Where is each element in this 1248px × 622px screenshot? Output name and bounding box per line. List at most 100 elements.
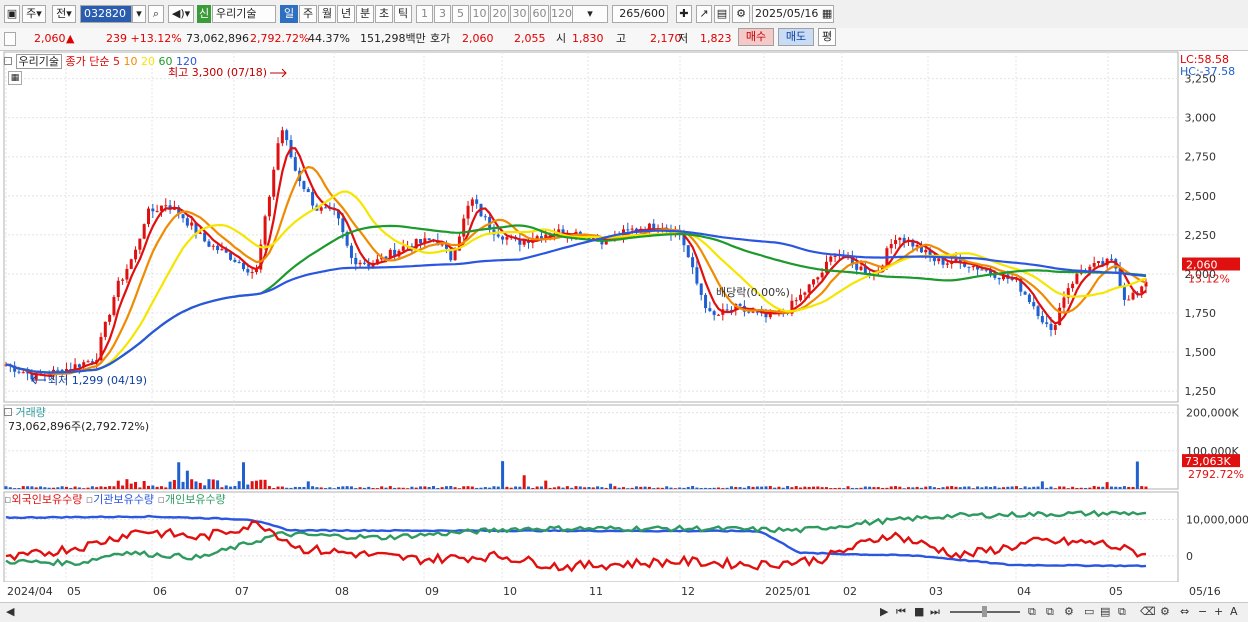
volume-bar [207,479,211,489]
candle-body [280,130,284,144]
stock-chart[interactable]: 3,2503,0002,7502,5002,2502,0001,7501,500… [0,51,1248,602]
volume-bar [466,486,470,489]
erase-icon[interactable]: ⌫ [1140,605,1156,618]
flat-button[interactable]: 평 [818,28,836,46]
interval-tab[interactable]: 10 [470,5,489,23]
crosshair-icon[interactable]: ✚ [676,5,692,23]
candle-body [311,192,315,206]
volume-bar [116,480,120,489]
candle-body [108,314,112,322]
count-input[interactable]: 265/600 [612,5,668,23]
period-tab[interactable]: 월 [318,5,336,23]
candle-body [496,234,500,237]
volume-bar [1140,486,1144,489]
volume-bar [1135,461,1139,489]
volume-bar [768,486,772,489]
volume-bar [319,487,323,489]
interval-tab[interactable]: 3 [434,5,451,23]
interval-tab[interactable]: 20 [490,5,509,23]
volume-bar [574,486,578,489]
high-price: 2,170 [650,32,682,45]
zoom-out-icon[interactable]: − [1198,605,1207,618]
volume-bar [565,486,569,489]
candle-body [1097,261,1100,264]
search-icon[interactable]: ⌕ [148,5,164,23]
forward-icon[interactable]: ⏭ [930,605,940,619]
zoom-in-icon[interactable]: + [1214,605,1223,618]
candle-body [401,246,405,251]
settings-icon[interactable]: ⚙ [1064,605,1074,618]
period-tab[interactable]: 초 [375,5,393,23]
prev-label: 전 [56,7,67,20]
volume-bar [302,486,306,489]
x-tick-label: 05/16 [1189,585,1221,598]
volume-bar [259,479,263,489]
period-tab[interactable]: 년 [337,5,355,23]
date-input[interactable]: 2025/05/16 ▦ [752,5,834,23]
candle-body [630,228,634,230]
gear-icon[interactable]: ⚙ [732,5,750,23]
volume-bar [682,487,686,489]
holding-series-label: 외국인보유수량 [11,493,83,506]
save-icon[interactable]: ▤ [714,5,730,23]
draw-tool-icon[interactable]: ↗ [696,5,712,23]
prev-select[interactable]: 전▾ [52,5,76,23]
x-tick-label: 04 [1017,585,1031,598]
grid-toggle-icon[interactable]: ▦ [8,71,22,85]
checkbox-icon[interactable] [4,32,16,46]
buy-button[interactable]: 매수 [738,28,774,46]
period-tab[interactable]: 주 [299,5,317,23]
scroll-right-icon[interactable]: ▶ [880,605,888,618]
volume-bar [1014,486,1018,489]
volume-bar [30,486,34,489]
code-dropdown-icon[interactable]: ▾ [132,5,146,23]
interval-tab[interactable]: 60 [530,5,549,23]
image-icon[interactable]: ▭ [1084,605,1094,618]
candle-body [704,294,708,309]
interval-tab[interactable]: 30 [510,5,529,23]
panel-icon-2[interactable]: ⧉ [1046,605,1054,619]
copy-icon[interactable]: ⧉ [1118,605,1126,619]
scroll-icon[interactable]: ⇔ [1180,605,1189,618]
volume-bar [764,486,768,489]
candle-body [945,263,949,265]
volume-bar [660,487,664,489]
interval-tab[interactable]: 120 [550,5,573,23]
period-tab[interactable]: 일 [280,5,298,23]
period-tab[interactable]: 분 [356,5,374,23]
candle-body [898,237,902,241]
stock-name-field[interactable]: 우리기술 [212,5,276,23]
interval-tab[interactable]: 5 [452,5,469,23]
scroll-left-icon[interactable]: ◀ [6,605,14,618]
candle-body [751,311,755,313]
zoom-slider-handle[interactable] [982,606,987,617]
period-tab[interactable]: 틱 [394,5,412,23]
candle-body [242,262,245,270]
volume-bar [1002,487,1005,489]
font-size-icon[interactable]: A [1230,605,1238,618]
interval-custom-select[interactable]: ▾ [572,5,608,23]
config-icon[interactable]: ⚙ [1160,605,1170,618]
interval-tab[interactable]: 1 [416,5,433,23]
volume-bar [246,484,250,489]
candle-body [1062,297,1066,308]
speaker-icon[interactable]: ◀)▾ [168,5,194,23]
unit-select[interactable]: 주▾ [22,5,46,23]
candle-body [181,214,185,219]
calendar-icon[interactable]: ▦ [822,7,832,20]
candle-body [21,372,25,374]
stock-code-input[interactable]: 032820 [80,5,132,23]
ma-period-label: 5 [112,55,120,68]
print-icon[interactable]: ▤ [1100,605,1110,618]
panel-icon[interactable]: ⧉ [1028,605,1036,619]
volume-bar [915,486,919,489]
unit-label: 주 [26,7,37,20]
volume-bar [324,488,328,489]
rewind-icon[interactable]: ⏮ [896,605,906,619]
stop-icon[interactable]: ■ [914,605,924,618]
x-tick-label: 02 [843,585,857,598]
sell-button[interactable]: 매도 [778,28,814,46]
layout-icon[interactable]: ▣ [4,5,20,23]
volume-bar [704,487,708,489]
x-tick-label: 2024/04 [7,585,53,598]
